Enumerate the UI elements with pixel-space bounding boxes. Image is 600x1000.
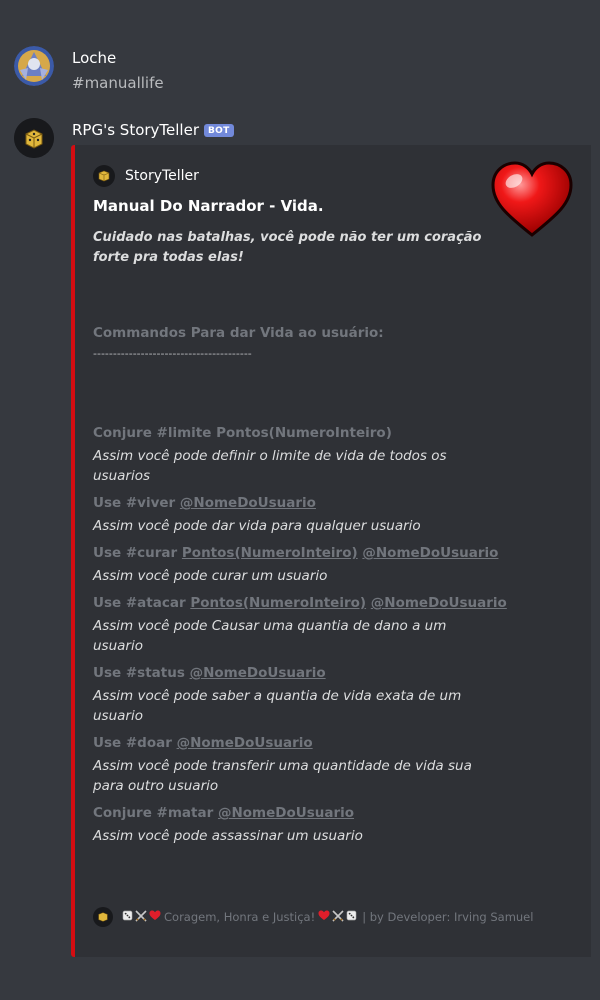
command-text: Use #viver [93,495,180,511]
command-text: Use #curar [93,545,182,561]
user-mention[interactable]: @NomeDoUsuario [362,545,498,561]
command-text: Use #atacar [93,595,191,611]
crossed-swords-icon [135,909,147,925]
user-mention[interactable]: @NomeDoUsuario [371,595,507,611]
footer-dice-icon [93,907,113,927]
field-status-name: Use #status @NomeDoUsuario [93,665,326,681]
field-doar-name: Use #doar @NomeDoUsuario [93,735,313,751]
intro-field-divider: ---------------------------------------- [93,347,252,360]
field-atacar-name: Use #atacar Pontos(NumeroInteiro) @NomeD… [93,595,507,611]
embed-title: Manual Do Narrador - Vida. [93,197,324,215]
footer-suffix: | by Developer: Irving Samuel [362,910,534,924]
field-matar-value: Assim você pode assassinar um usuario [93,828,363,844]
message-text: #manuallife [72,74,164,92]
heart-emoji-icon [318,910,330,924]
username[interactable]: RPG's StoryTeller BOT [72,121,234,139]
field-matar-name: Conjure #matar @NomeDoUsuario [93,805,354,821]
embed-footer: Coragem, Honra e Justiça! | by Developer… [93,907,533,927]
heart-icon[interactable] [489,159,575,239]
author-dice-icon [93,165,115,187]
field-limite-value: Assim você pode definir o limite de vida… [93,448,447,484]
user-mention[interactable]: @NomeDoUsuario [218,805,354,821]
bot-tag: BOT [204,124,234,137]
field-atacar-value: Assim você pode Causar uma quantia de da… [93,618,447,654]
embed-description: Cuidado nas batalhas, você pode não ter … [93,230,482,265]
field-curar-name: Use #curar Pontos(NumeroInteiro) @NomeDo… [93,545,498,561]
author-name[interactable]: StoryTeller [125,168,199,184]
command-text: Conjure #matar [93,805,218,821]
crossed-swords-icon [332,909,344,925]
user-avatar-icon [14,46,54,86]
embed-author: StoryTeller [93,165,199,187]
field-status-value: Assim você pode saber a quantia de vida … [93,688,462,724]
embed: StoryTeller Manual Do Narrador - Vida. C… [71,145,591,957]
command-text: Use #status [93,665,190,681]
points-mention[interactable]: Pontos(NumeroInteiro) [182,545,358,561]
dice-emoji-icon [346,910,357,924]
user-mention[interactable]: @NomeDoUsuario [180,495,316,511]
field-viver-value: Assim você pode dar vida para qualquer u… [93,518,421,534]
points-mention[interactable]: Pontos(NumeroInteiro) [190,595,366,611]
username[interactable]: Loche [72,49,116,67]
bot-avatar[interactable] [14,118,54,158]
dice-emoji-icon [122,910,133,924]
field-curar-value: Assim você pode curar um usuario [93,568,328,584]
field-doar-value: Assim você pode transferir uma quantidad… [93,758,472,794]
user-mention[interactable]: @NomeDoUsuario [177,735,313,751]
bot-username[interactable]: RPG's StoryTeller [72,121,199,139]
heart-emoji-icon [149,910,161,924]
user-mention[interactable]: @NomeDoUsuario [190,665,326,681]
command-text: Use #doar [93,735,177,751]
field-limite-name: Conjure #limite Pontos(NumeroInteiro) [93,425,392,441]
intro-field-name: Commandos Para dar Vida ao usuário: [93,325,384,341]
avatar[interactable] [14,46,54,86]
dice-icon [14,118,54,158]
footer-text: Coragem, Honra e Justiça! [164,910,316,924]
field-viver-name: Use #viver @NomeDoUsuario [93,495,316,511]
